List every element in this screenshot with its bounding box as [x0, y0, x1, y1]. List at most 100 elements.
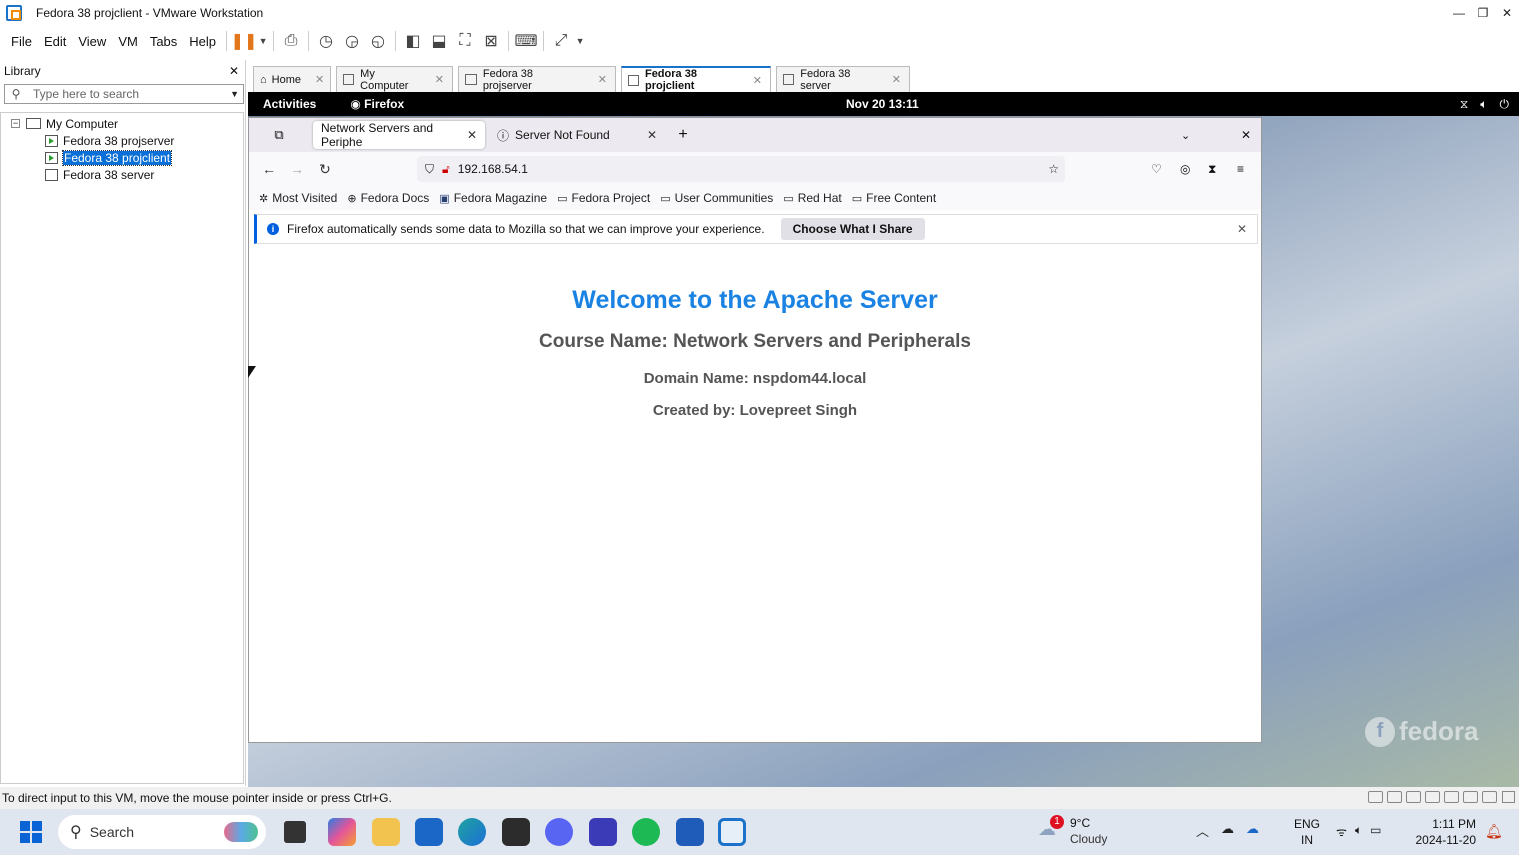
minimize-button[interactable]: — — [1447, 0, 1471, 26]
console-view-icon[interactable]: ⌨ — [513, 28, 539, 54]
menu-edit[interactable]: Edit — [38, 34, 72, 49]
revert-snapshot-icon[interactable]: ◶ — [339, 28, 365, 54]
collapse-icon[interactable]: − — [11, 119, 20, 128]
bookmark-free-content[interactable]: ▭ Free Content — [852, 191, 936, 205]
close-icon[interactable]: ✕ — [878, 73, 901, 86]
battery-icon[interactable]: ▭ — [1370, 823, 1381, 840]
network-adapter-icon[interactable] — [1406, 791, 1421, 803]
display-icon[interactable] — [1482, 791, 1497, 803]
tree-item-fedora-projserver[interactable]: Fedora 38 projserver — [45, 132, 174, 149]
close-icon[interactable]: ✕ — [739, 74, 762, 87]
close-window-button[interactable]: ✕ — [1495, 0, 1519, 26]
usb-icon[interactable] — [1463, 791, 1478, 803]
chevron-down-icon[interactable]: ▼ — [574, 28, 586, 54]
show-library-icon[interactable]: ◧ — [400, 28, 426, 54]
stretch-guest-icon[interactable]: ⤢ — [548, 28, 574, 54]
bookmark-fedora-docs[interactable]: ⊕ Fedora Docs — [347, 191, 429, 205]
vmware-taskbar-icon[interactable] — [718, 818, 746, 846]
language-indicator[interactable]: ENG IN — [1294, 816, 1320, 848]
taskbar-search-box[interactable]: ⚲ Search — [58, 815, 266, 849]
library-search-input[interactable]: ⚲ Type here to search ▼ — [4, 84, 244, 104]
notification-close-button[interactable]: ✕ — [1237, 222, 1247, 236]
weather-widget[interactable]: ☁ 1 9°C Cloudy — [1038, 815, 1107, 847]
url-bar[interactable]: ⛉ 🔓︎ 192.168.54.1 ☆ — [417, 156, 1065, 182]
gnome-clock[interactable]: Nov 20 13:11 — [846, 97, 919, 111]
bookmark-fedora-project[interactable]: ▭ Fedora Project — [557, 191, 650, 205]
cd-dvd-icon[interactable] — [1387, 791, 1402, 803]
bookmark-fedora-magazine[interactable]: ▣ Fedora Magazine — [439, 191, 547, 205]
vm-console[interactable]: Activities ◉ Firefox Nov 20 13:11 ⧖ 🔈︎ ⏻… — [248, 92, 1519, 787]
send-ctrl-alt-del-icon[interactable]: ⎙ — [278, 28, 304, 54]
menu-tabs[interactable]: Tabs — [144, 34, 183, 49]
thumbnail-bar-icon[interactable]: ⬓ — [426, 28, 452, 54]
pocket-icon[interactable]: ♡ — [1151, 162, 1162, 176]
tab-fedora-projserver[interactable]: Fedora 38 projserver ✕ — [458, 66, 616, 92]
hard-disk-icon[interactable] — [1368, 791, 1383, 803]
new-tab-button[interactable]: + — [671, 126, 695, 144]
activities-button[interactable]: Activities — [263, 97, 316, 111]
wifi-icon[interactable]: ᯤ — [1336, 823, 1347, 840]
library-close-button[interactable]: ✕ — [229, 64, 239, 78]
bookmark-most-visited[interactable]: ✲ Most Visited — [259, 191, 337, 205]
list-all-tabs-icon[interactable]: ⌄ — [1181, 129, 1190, 142]
close-firefox-button[interactable]: ✕ — [1241, 128, 1251, 142]
bookmark-user-communities[interactable]: ▭ User Communities — [660, 191, 773, 205]
task-view-icon[interactable] — [284, 821, 306, 843]
firefox-tab-network-servers[interactable]: Network Servers and Periphe ✕ — [313, 121, 485, 149]
app-menu-icon[interactable]: ≡ — [1237, 162, 1244, 176]
menu-help[interactable]: Help — [183, 34, 222, 49]
file-explorer-icon[interactable] — [372, 818, 400, 846]
bookmark-star-icon[interactable]: ☆ — [1048, 162, 1059, 176]
vs-code-icon[interactable] — [589, 818, 617, 846]
network-adapter-icon[interactable] — [1425, 791, 1440, 803]
windows-start-icon[interactable] — [20, 821, 42, 843]
taskbar-clock[interactable]: 1:11 PM 2024-11-20 — [1412, 816, 1477, 848]
snapshot-manager-icon[interactable]: ◵ — [365, 28, 391, 54]
restore-button[interactable]: ❐ — [1471, 0, 1495, 26]
chevron-down-icon[interactable]: ▼ — [257, 28, 269, 54]
firefox-tab-server-not-found[interactable]: ⓘ Server Not Found ✕ — [489, 121, 665, 149]
menu-vm[interactable]: VM — [112, 34, 144, 49]
extensions-icon[interactable]: ⧗ — [1208, 162, 1216, 177]
unity-hub-icon[interactable] — [502, 818, 530, 846]
volume-icon[interactable]: 🔈︎ — [1480, 97, 1487, 112]
full-screen-icon[interactable]: ⛶ — [452, 28, 478, 54]
choose-what-i-share-button[interactable]: Choose What I Share — [780, 218, 925, 240]
volume-icon[interactable]: 🔈︎ — [1355, 823, 1362, 840]
reload-icon[interactable]: ↻ — [311, 161, 339, 178]
unity-icon[interactable]: ⊠ — [478, 28, 504, 54]
tab-fedora-projclient[interactable]: Fedora 38 projclient ✕ — [621, 66, 771, 92]
chevron-up-icon[interactable]: ︿ — [1196, 821, 1209, 840]
close-icon[interactable]: ✕ — [421, 73, 444, 86]
onedrive-business-icon[interactable]: ☁ — [1246, 821, 1259, 840]
chevron-down-icon[interactable]: ▼ — [230, 89, 239, 99]
discord-icon[interactable] — [545, 818, 573, 846]
message-log-icon[interactable] — [1502, 791, 1515, 803]
copilot-icon[interactable] — [328, 818, 356, 846]
word-icon[interactable] — [676, 818, 704, 846]
tree-item-my-computer[interactable]: − My Computer — [11, 115, 118, 132]
spotify-icon[interactable] — [632, 818, 660, 846]
microsoft-store-icon[interactable] — [415, 818, 443, 846]
sound-card-icon[interactable] — [1444, 791, 1459, 803]
forward-icon[interactable]: → — [283, 161, 311, 177]
close-icon[interactable]: ✕ — [647, 128, 657, 142]
menu-file[interactable]: File — [5, 34, 38, 49]
tab-overview-icon[interactable]: ⧉ — [249, 127, 309, 143]
back-icon[interactable]: ← — [255, 161, 283, 177]
close-icon[interactable]: ✕ — [301, 73, 324, 86]
pause-icon[interactable]: ❚❚ — [231, 28, 258, 54]
url-text[interactable]: 192.168.54.1 — [458, 162, 528, 176]
tab-home[interactable]: ⌂ Home ✕ — [253, 66, 331, 92]
close-icon[interactable]: ✕ — [584, 73, 607, 86]
menu-view[interactable]: View — [72, 34, 112, 49]
notification-bell-icon[interactable]: 🔔︎ — [1485, 823, 1503, 840]
tab-my-computer[interactable]: My Computer ✕ — [336, 66, 453, 92]
power-icon[interactable]: ⏻ — [1500, 97, 1510, 112]
snapshot-icon[interactable]: ◷ — [313, 28, 339, 54]
app-menu-firefox[interactable]: ◉ Firefox — [350, 97, 404, 111]
tree-item-fedora-server[interactable]: Fedora 38 server — [45, 166, 154, 183]
bookmark-red-hat[interactable]: ▭ Red Hat — [783, 191, 841, 205]
onedrive-icon[interactable]: ☁ — [1221, 821, 1234, 840]
close-icon[interactable]: ✕ — [467, 128, 477, 142]
